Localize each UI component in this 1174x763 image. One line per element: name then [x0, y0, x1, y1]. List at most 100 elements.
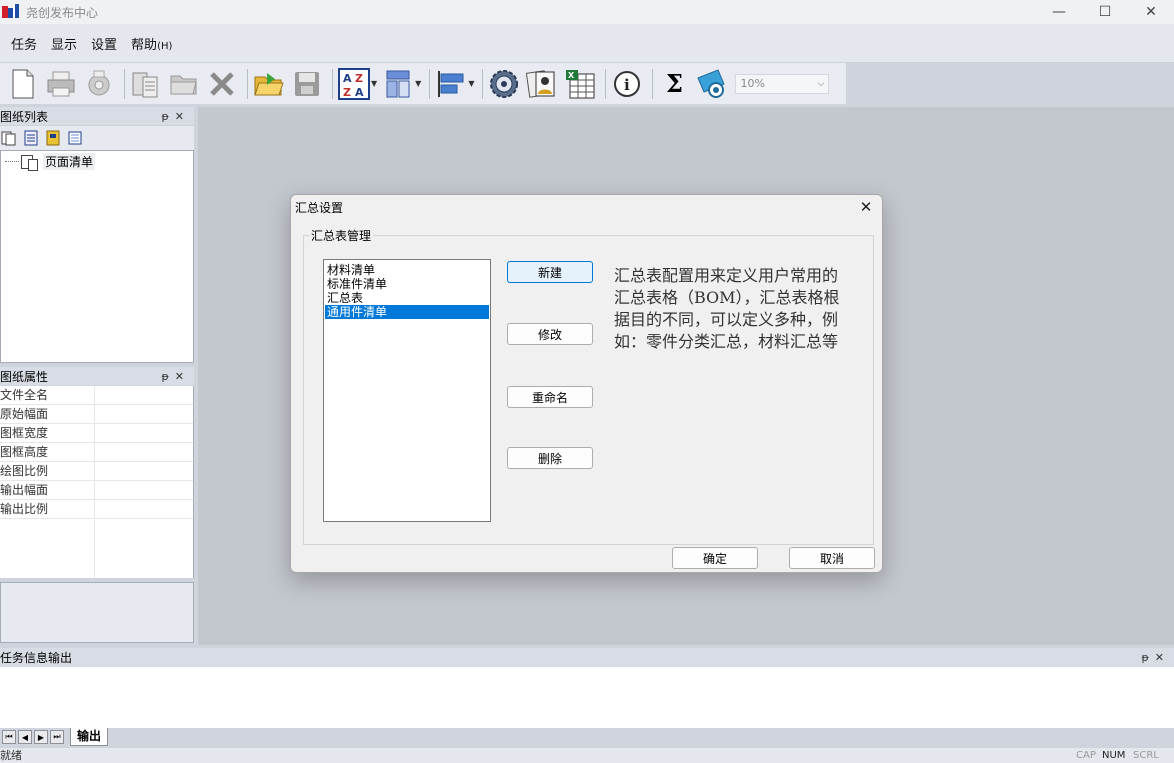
property-row[interactable]: 绘图比例: [0, 462, 193, 481]
delete-button[interactable]: [205, 67, 239, 101]
property-row[interactable]: 文件全名: [0, 386, 193, 405]
pin-icon[interactable]: ᵽ: [161, 110, 174, 123]
property-row[interactable]: 图框高度: [0, 443, 193, 462]
align-button[interactable]: [434, 67, 468, 101]
zoom-tool-button[interactable]: [695, 67, 729, 101]
toolbar-separator: [247, 68, 248, 99]
zoom-lens-icon: [697, 68, 726, 98]
sheet-list-header: 图纸列表 ᵽ✕: [0, 107, 194, 125]
toolbar-separator: [332, 68, 333, 99]
edit-button[interactable]: 修改: [507, 323, 593, 345]
list-item[interactable]: 标准件清单: [325, 277, 489, 291]
property-name: 输出比例: [0, 500, 95, 518]
list-document-icon[interactable]: [23, 130, 39, 146]
summary-table-list[interactable]: 材料清单 标准件清单 汇总表 通用件清单: [323, 259, 491, 522]
output-title: 任务信息输出: [0, 651, 73, 665]
pages-icon[interactable]: [1, 130, 17, 146]
property-row[interactable]: 输出比例: [0, 500, 193, 519]
settings-gear-button[interactable]: [487, 67, 521, 101]
close-panel-icon[interactable]: ✕: [175, 110, 190, 123]
dialog-description: 汇总表配置用来定义用户常用的汇总表格（BOM），汇总表格根据目的不同，可以定义多…: [614, 266, 840, 351]
svg-text:A: A: [343, 72, 352, 85]
property-row[interactable]: 原始幅面: [0, 405, 193, 424]
menu-help[interactable]: 帮助(H): [124, 34, 179, 53]
prev-tab-icon[interactable]: ◀: [18, 730, 32, 744]
tab-output[interactable]: 输出: [70, 728, 109, 746]
app-logo: [2, 4, 20, 20]
dialog-close-button[interactable]: ✕: [856, 197, 876, 217]
book-icon[interactable]: [45, 130, 61, 146]
user-sheets-button[interactable]: [525, 67, 559, 101]
close-window-button[interactable]: ✕: [1128, 0, 1174, 24]
toolbar: AZZA ▼ ▼ ▼ X i Σ 10% ⌵: [0, 63, 846, 105]
property-grid-empty: [0, 520, 95, 578]
layout-dropdown-arrow[interactable]: ▼: [415, 79, 421, 88]
property-row[interactable]: 图框宽度: [0, 424, 193, 443]
close-panel-icon[interactable]: ✕: [1155, 651, 1170, 664]
excel-export-button[interactable]: X: [563, 67, 597, 101]
new-document-button[interactable]: [6, 67, 40, 101]
sheet-tree: 页面清单: [0, 150, 194, 363]
list-item[interactable]: 汇总表: [325, 291, 489, 305]
summary-settings-dialog: 汇总设置 ✕ 汇总表管理 材料清单 标准件清单 汇总表 通用件清单 新建 修改 …: [290, 194, 883, 573]
toolbar-separator: [124, 68, 125, 99]
property-grid: 文件全名 原始幅面 图框宽度 图框高度 绘图比例 输出幅面 输出比例: [0, 386, 194, 578]
pin-icon[interactable]: ᵽ: [161, 370, 174, 383]
tree-item-label: 页面清单: [43, 153, 96, 170]
maximize-button[interactable]: ☐: [1082, 0, 1128, 24]
layout-button[interactable]: [381, 67, 415, 101]
print-settings-button[interactable]: [82, 67, 116, 101]
close-panel-icon[interactable]: ✕: [175, 370, 190, 383]
list-item-selected[interactable]: 通用件清单: [325, 305, 489, 319]
page-icon: [21, 154, 38, 171]
status-text: 就绪: [0, 749, 22, 762]
details-list-icon[interactable]: [67, 130, 83, 146]
cancel-button[interactable]: 取消: [789, 547, 875, 569]
layout-icon: [386, 70, 410, 97]
excel-table-icon: X: [566, 69, 595, 98]
align-dropdown-arrow[interactable]: ▼: [468, 79, 474, 88]
new-button[interactable]: 新建: [507, 261, 593, 283]
tree-item-page-list[interactable]: 页面清单: [5, 153, 96, 171]
svg-text:Z: Z: [355, 72, 363, 85]
menu-task[interactable]: 任务: [4, 34, 44, 53]
info-button[interactable]: i: [610, 67, 644, 101]
window-title: 尧创发布中心: [26, 5, 99, 20]
summary-button[interactable]: Σ: [657, 67, 691, 101]
menu-settings[interactable]: 设置: [84, 34, 124, 53]
list-item[interactable]: 材料清单: [325, 263, 489, 277]
next-tab-icon[interactable]: ▶: [34, 730, 48, 744]
rename-button[interactable]: 重命名: [507, 386, 593, 408]
print-button[interactable]: [44, 67, 78, 101]
save-disk-icon: [295, 71, 319, 96]
new-document-icon: [12, 69, 34, 98]
svg-text:i: i: [624, 76, 630, 94]
scroll-indicator: SCRL: [1133, 750, 1159, 761]
open-button[interactable]: [252, 67, 286, 101]
first-tab-icon[interactable]: ⏮: [2, 730, 16, 744]
align-bars-icon: [438, 70, 464, 97]
property-name: 文件全名: [0, 386, 95, 404]
pin-icon[interactable]: ᵽ: [1141, 651, 1154, 664]
property-name: 输出幅面: [0, 481, 95, 499]
toolbar-separator: [429, 68, 431, 99]
minimize-button[interactable]: —: [1036, 0, 1082, 24]
ok-button[interactable]: 确定: [672, 547, 758, 569]
copy-sheet-button[interactable]: [129, 67, 163, 101]
output-content: [0, 667, 1174, 728]
sheet-list-title: 图纸列表: [0, 109, 49, 124]
printer-icon: [47, 71, 75, 96]
menu-view[interactable]: 显示: [44, 34, 84, 53]
open-folder-button[interactable]: [167, 67, 201, 101]
sort-az-icon: A ZZ A: [338, 67, 370, 100]
property-row[interactable]: 输出幅面: [0, 481, 193, 500]
sort-dropdown-arrow[interactable]: ▼: [371, 79, 377, 88]
delete-button[interactable]: 删除: [507, 447, 593, 469]
last-tab-icon[interactable]: ⏭: [50, 730, 64, 744]
gear-icon: [490, 69, 519, 98]
property-name: 原始幅面: [0, 405, 95, 423]
sort-button[interactable]: AZZA: [337, 67, 371, 101]
save-button[interactable]: [290, 67, 324, 101]
zoom-select[interactable]: 10% ⌵: [735, 73, 830, 94]
property-name: 绘图比例: [0, 462, 95, 480]
